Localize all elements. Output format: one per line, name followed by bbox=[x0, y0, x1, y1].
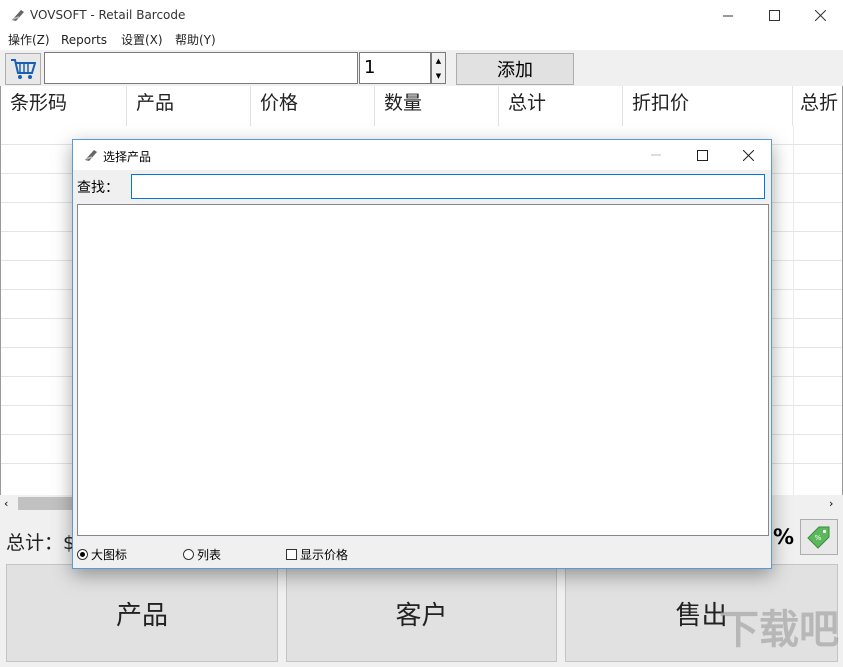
cart-button[interactable] bbox=[5, 53, 41, 85]
column-header-quantity[interactable]: 数量 bbox=[375, 86, 499, 126]
large-icons-label: 大图标 bbox=[91, 546, 127, 563]
menu-reports[interactable]: Reports bbox=[61, 31, 107, 50]
menu-bar: 操作(Z) Reports 设置(X) 帮助(Y) bbox=[0, 31, 843, 50]
title-bar: VOVSOFT - Retail Barcode bbox=[0, 0, 843, 31]
column-header-discount-price[interactable]: 折扣价 bbox=[623, 86, 793, 126]
svg-text:%: % bbox=[815, 534, 822, 542]
cart-icon bbox=[10, 58, 36, 80]
minimize-button[interactable] bbox=[705, 0, 751, 31]
app-logo-icon bbox=[83, 147, 99, 163]
show-price-checkbox[interactable]: 显示价格 bbox=[286, 546, 348, 563]
price-tag-icon: % bbox=[807, 525, 831, 549]
grid-col-line bbox=[793, 126, 794, 495]
radio-checked-icon[interactable] bbox=[77, 549, 88, 560]
search-input[interactable] bbox=[131, 174, 765, 199]
app-logo-icon bbox=[10, 7, 26, 23]
menu-settings[interactable]: 设置(X) bbox=[121, 31, 163, 50]
dialog-title-bar: 选择产品 bbox=[73, 140, 771, 170]
list-view-radio[interactable]: 列表 bbox=[183, 546, 221, 563]
dialog-maximize-button[interactable] bbox=[679, 140, 725, 170]
barcode-input[interactable] bbox=[44, 52, 358, 84]
window-title: VOVSOFT - Retail Barcode bbox=[30, 8, 185, 22]
toolbar: 1 ▲ ▼ 添加 bbox=[0, 50, 843, 86]
menu-operations[interactable]: 操作(Z) bbox=[8, 31, 50, 50]
discount-percent-label: % bbox=[773, 525, 794, 549]
products-button[interactable]: 产品 bbox=[6, 564, 278, 662]
large-icons-radio[interactable]: 大图标 bbox=[77, 546, 127, 563]
quantity-stepper[interactable]: ▲ ▼ bbox=[431, 52, 446, 84]
maximize-button[interactable] bbox=[751, 0, 797, 31]
spin-down-icon[interactable]: ▼ bbox=[432, 68, 445, 83]
show-price-label: 显示价格 bbox=[300, 546, 348, 563]
dialog-title: 选择产品 bbox=[103, 148, 151, 165]
list-view-label: 列表 bbox=[197, 546, 221, 563]
watermark: 下载吧 bbox=[718, 600, 840, 665]
total-label: 总计：$ bbox=[6, 528, 75, 555]
search-label: 查找： bbox=[77, 177, 119, 197]
product-list[interactable] bbox=[77, 204, 769, 536]
radio-unchecked-icon[interactable] bbox=[183, 549, 194, 560]
column-header-total-discount[interactable]: 总折 bbox=[793, 86, 843, 126]
close-button[interactable] bbox=[797, 0, 843, 31]
spin-up-icon[interactable]: ▲ bbox=[432, 53, 445, 68]
dialog-close-button[interactable] bbox=[725, 140, 771, 170]
column-header-price[interactable]: 价格 bbox=[251, 86, 375, 126]
checkbox-icon[interactable] bbox=[286, 549, 297, 560]
discount-button[interactable]: % bbox=[800, 519, 838, 555]
scroll-right-icon[interactable]: › bbox=[829, 495, 833, 512]
column-header-total[interactable]: 总计 bbox=[499, 86, 623, 126]
column-header-product[interactable]: 产品 bbox=[127, 86, 251, 126]
menu-help[interactable]: 帮助(Y) bbox=[175, 31, 216, 50]
scroll-left-icon[interactable]: ‹ bbox=[4, 495, 8, 512]
column-header-barcode[interactable]: 条形码 bbox=[1, 86, 127, 126]
select-product-dialog: 选择产品 查找： 大图标 列表 显示价格 bbox=[72, 139, 772, 569]
quantity-input[interactable]: 1 bbox=[359, 52, 431, 84]
customers-button[interactable]: 客户 bbox=[286, 564, 557, 662]
dialog-minimize-button[interactable] bbox=[633, 140, 679, 170]
add-button[interactable]: 添加 bbox=[456, 53, 574, 85]
